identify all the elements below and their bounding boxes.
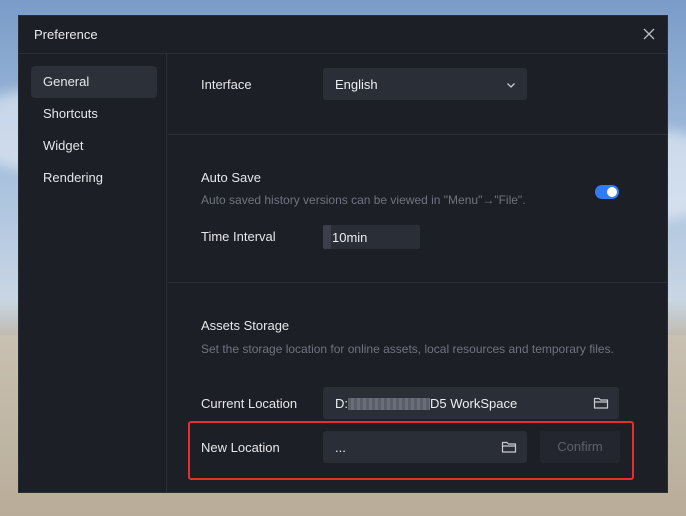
sidebar-item-label: Rendering (43, 170, 103, 185)
new-location-value: ... (335, 440, 346, 455)
interface-label: Interface (201, 77, 252, 92)
current-location-field[interactable]: D: D5 WorkSpace (323, 387, 619, 419)
dialog-title: Preference (34, 27, 98, 42)
close-icon[interactable] (641, 26, 657, 42)
settings-panel: Interface English Auto Save Auto saved h… (168, 54, 668, 493)
confirm-button[interactable]: Confirm (540, 431, 620, 463)
sidebar-item-label: Shortcuts (43, 106, 98, 121)
folder-icon[interactable] (593, 395, 609, 411)
time-interval-handle[interactable] (323, 225, 331, 249)
sidebar-item-label: Widget (43, 138, 84, 153)
sidebar: General Shortcuts Widget Rendering (19, 54, 167, 493)
auto-save-toggle[interactable] (595, 185, 619, 199)
folder-icon[interactable] (501, 439, 517, 455)
sidebar-item-shortcuts[interactable]: Shortcuts (31, 98, 157, 130)
current-location-label: Current Location (201, 396, 298, 411)
time-interval-value: 10min (332, 230, 368, 245)
dialog-titlebar: Preference (19, 16, 667, 54)
new-location-label: New Location (201, 440, 280, 455)
sidebar-item-rendering[interactable]: Rendering (31, 162, 157, 194)
language-select-value: English (335, 77, 378, 92)
current-location-prefix: D: (335, 396, 348, 411)
auto-save-label: Auto Save (201, 170, 261, 185)
assets-storage-label: Assets Storage (201, 318, 290, 333)
toggle-knob (607, 187, 617, 197)
auto-save-description: Auto saved history versions can be viewe… (201, 193, 526, 207)
section-divider (168, 282, 668, 283)
language-select[interactable]: English (323, 68, 527, 100)
section-divider (168, 134, 668, 135)
sidebar-item-widget[interactable]: Widget (31, 130, 157, 162)
new-location-field[interactable]: ... (323, 431, 527, 463)
time-interval-input[interactable]: 10min (323, 225, 420, 249)
sidebar-item-general[interactable]: General (31, 66, 157, 98)
sidebar-item-label: General (43, 74, 90, 89)
current-location-suffix: D5 WorkSpace (430, 396, 518, 411)
time-interval-label: Time Interval (201, 229, 276, 244)
assets-storage-description: Set the storage location for online asse… (201, 342, 614, 356)
redacted-path (348, 398, 430, 410)
preference-dialog: Preference General Shortcuts Widget Rend… (18, 15, 668, 493)
chevron-down-icon (505, 78, 517, 90)
